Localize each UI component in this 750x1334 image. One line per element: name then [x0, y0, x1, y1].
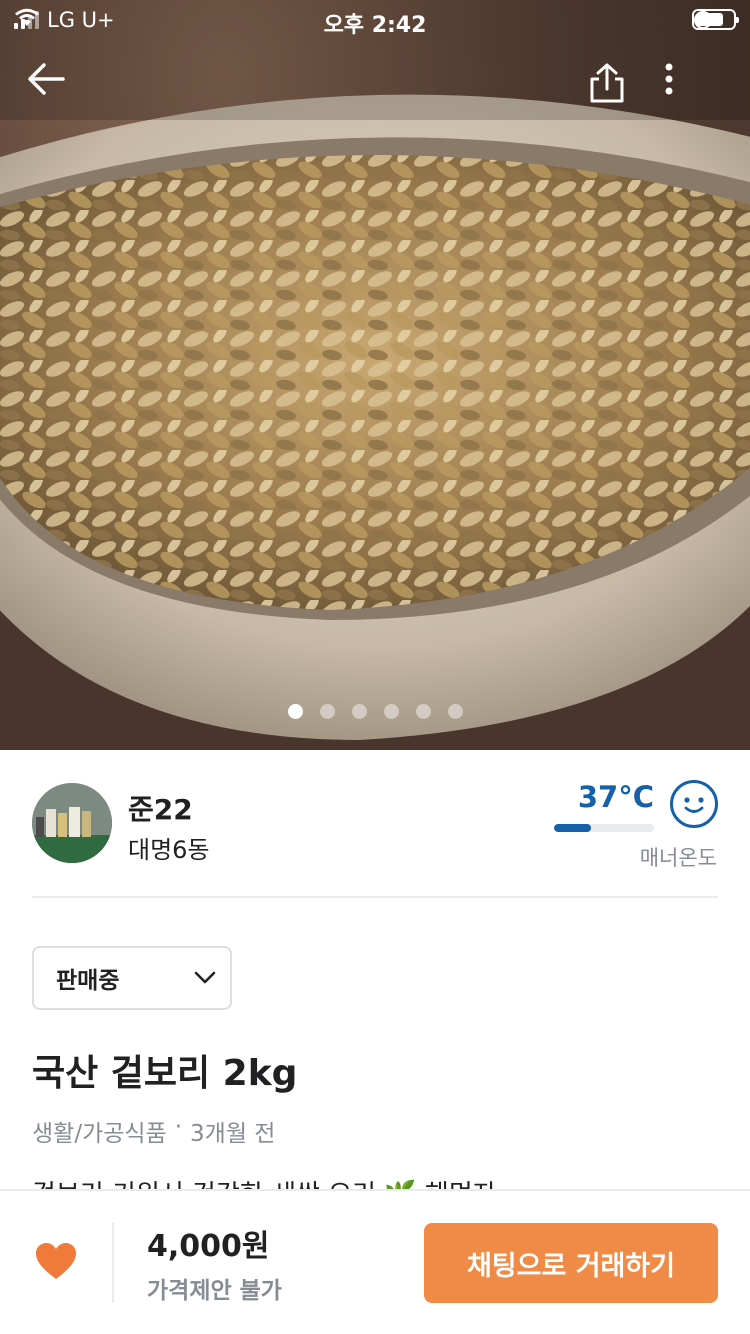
- pager-dot[interactable]: [383, 704, 399, 719]
- share-icon: [590, 63, 624, 103]
- seller-region: 대명6동: [128, 836, 210, 864]
- product-title: 국산 겉보리 2kg: [32, 1053, 298, 1094]
- manner-temperature-label[interactable]: 매너온도: [640, 842, 717, 872]
- manner-temperature: 37°C: [577, 780, 654, 814]
- chevron-down-icon: [194, 971, 216, 984]
- sale-status-dropdown[interactable]: 판매중: [32, 946, 232, 1010]
- status-bar: LG U+ 오후 2:42: [0, 0, 750, 40]
- smile-face-icon: [670, 780, 718, 828]
- avatar[interactable]: [32, 783, 112, 863]
- image-pager[interactable]: [0, 704, 750, 719]
- avatar-photo: [32, 783, 112, 863]
- posted-time: 3개월 전: [190, 1121, 276, 1147]
- pager-dot[interactable]: [287, 704, 303, 719]
- meta-separator: ·: [174, 1114, 183, 1140]
- pager-dot[interactable]: [415, 704, 431, 719]
- pager-dot[interactable]: [351, 704, 367, 719]
- clock: 오후 2:42: [323, 13, 427, 38]
- category-link[interactable]: 생활/가공식품: [32, 1114, 167, 1148]
- divider: [112, 1223, 114, 1303]
- share-button[interactable]: [588, 62, 636, 110]
- back-button[interactable]: [26, 62, 74, 110]
- barley-bowl-photo: [0, 0, 750, 750]
- seller-nickname: 준22: [128, 793, 193, 826]
- arrow-left-icon: [28, 63, 65, 95]
- product-image[interactable]: LG U+ 오후 2:42: [0, 0, 750, 750]
- price: 4,000원: [147, 1229, 270, 1264]
- more-vertical-icon: [665, 63, 673, 95]
- divider: [32, 896, 718, 898]
- bottom-action-bar: 4,000원 가격제안 불가 채팅으로 거래하기: [0, 1189, 750, 1334]
- product-meta: 생활/가공식품 · 3개월 전: [32, 1114, 275, 1148]
- battery-icon: [692, 9, 739, 30]
- pager-dot[interactable]: [319, 704, 335, 719]
- more-button[interactable]: [664, 62, 712, 110]
- temperature-bar: [554, 824, 654, 832]
- pager-dot[interactable]: [447, 704, 463, 719]
- chat-trade-button[interactable]: 채팅으로 거래하기: [424, 1223, 718, 1303]
- price-negotiation-status: 가격제안 불가: [147, 1278, 282, 1304]
- seller-profile[interactable]: 준22 대명6동 37°C 매너온도: [0, 750, 750, 898]
- sale-status-label: 판매중: [56, 968, 120, 994]
- heart-icon[interactable]: [34, 1241, 78, 1281]
